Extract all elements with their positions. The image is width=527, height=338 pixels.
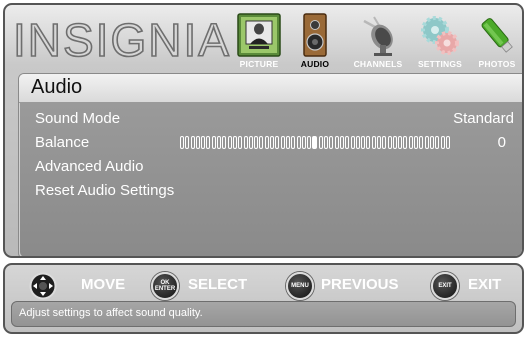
balance-slider-tick — [324, 136, 329, 149]
balance-slider-tick — [222, 136, 227, 149]
tab-photos[interactable]: PHOTOS — [466, 9, 522, 71]
menu-item-label: Reset Audio Settings — [35, 182, 175, 199]
balance-slider-tick — [366, 136, 371, 149]
balance-slider-tick — [350, 136, 355, 149]
balance-slider-tick — [270, 136, 275, 149]
balance-slider-tick — [264, 136, 269, 149]
balance-slider-tick — [206, 136, 211, 149]
panel-title: Audio — [31, 76, 83, 98]
hint-label: SELECT — [188, 276, 248, 293]
balance-slider-knob[interactable] — [312, 136, 318, 149]
balance-slider-tick — [398, 136, 403, 149]
help-text-box: Adjust settings to affect sound quality. — [11, 301, 516, 327]
ok-enter-button-icon: OK ENTER — [151, 272, 179, 300]
balance-slider[interactable] — [180, 136, 450, 149]
speaker-icon — [300, 13, 330, 62]
balance-slider-tick — [211, 136, 216, 149]
balance-slider-tick — [440, 136, 445, 149]
balance-slider-tick — [435, 136, 440, 149]
balance-slider-tick — [227, 136, 232, 149]
hint-label: PREVIOUS — [321, 276, 399, 293]
balance-slider-tick — [291, 136, 296, 149]
balance-slider-tick — [243, 136, 248, 149]
balance-slider-tick — [329, 136, 334, 149]
balance-slider-tick — [185, 136, 190, 149]
balance-slider-tick — [232, 136, 237, 149]
menu-button-icon: MENU — [286, 272, 314, 300]
menu-item-advanced-audio[interactable]: Advanced Audio — [20, 156, 522, 178]
sound-mode-value: Standard — [453, 110, 514, 127]
tv-menu-frame: INSIGNIA PICTURE AUDIO CHANNELS SETTINGS… — [3, 3, 524, 258]
picture-icon — [237, 13, 281, 62]
balance-slider-tick — [429, 136, 434, 149]
gears-icon — [418, 13, 462, 62]
balance-slider-tick — [259, 136, 264, 149]
balance-slider-tick — [408, 136, 413, 149]
balance-slider-tick — [392, 136, 397, 149]
balance-slider-tick — [382, 136, 387, 149]
balance-slider-tick — [403, 136, 408, 149]
hint-label: EXIT — [468, 276, 502, 293]
balance-slider-tick — [339, 136, 344, 149]
balance-slider-tick — [201, 136, 206, 149]
usb-drive-icon — [477, 13, 517, 62]
panel-header: Audio — [19, 74, 522, 103]
balance-slider-tick — [318, 136, 323, 149]
balance-slider-tick — [180, 136, 184, 149]
balance-slider-tick — [238, 136, 243, 149]
balance-slider-tick — [190, 136, 195, 149]
balance-slider-tick — [296, 136, 301, 149]
balance-slider-tick — [376, 136, 381, 149]
balance-slider-tick — [371, 136, 376, 149]
balance-slider-tick — [414, 136, 419, 149]
balance-slider-tick — [254, 136, 259, 149]
footer-panel: MOVE OK ENTER SELECT MENU PREVIOUS EXIT … — [3, 263, 524, 334]
menu-item-label: Balance — [35, 134, 90, 151]
help-text: Adjust settings to affect sound quality. — [19, 307, 203, 319]
balance-slider-tick — [361, 136, 366, 149]
satellite-dish-icon — [356, 13, 400, 62]
balance-slider-tick — [307, 136, 312, 149]
tab-audio[interactable]: AUDIO — [284, 9, 346, 71]
hint-label: MOVE — [81, 276, 126, 293]
balance-value: 0 — [497, 134, 506, 151]
tab-channels[interactable]: CHANNELS — [347, 9, 409, 71]
balance-slider-tick — [248, 136, 253, 149]
balance-slider-tick — [445, 136, 450, 149]
balance-slider-tick — [280, 136, 285, 149]
insignia-logo: INSIGNIA — [12, 13, 231, 67]
tab-label: PHOTOS — [478, 59, 516, 69]
menu-item-sound-mode[interactable]: Sound Mode Standard — [20, 108, 522, 130]
menu-items-list: Sound Mode Standard Balance 0 Advanced A… — [20, 103, 522, 256]
balance-slider-tick — [355, 136, 360, 149]
menu-item-balance[interactable]: Balance 0 — [20, 132, 522, 154]
balance-slider-tick — [275, 136, 280, 149]
balance-slider-tick — [424, 136, 429, 149]
balance-slider-tick — [301, 136, 306, 149]
balance-slider-tick — [217, 136, 222, 149]
audio-panel: Audio Sound Mode Standard Balance 0 Adva… — [18, 73, 522, 256]
balance-slider-tick — [345, 136, 350, 149]
balance-slider-tick — [419, 136, 424, 149]
exit-button-icon: EXIT — [431, 272, 459, 300]
menu-item-reset-audio-settings[interactable]: Reset Audio Settings — [20, 180, 522, 202]
balance-slider-tick — [195, 136, 200, 149]
balance-slider-tick — [334, 136, 339, 149]
balance-slider-tick — [285, 136, 290, 149]
balance-slider-tick — [387, 136, 392, 149]
menu-item-label: Sound Mode — [35, 110, 121, 127]
menu-item-label: Advanced Audio — [35, 158, 144, 175]
